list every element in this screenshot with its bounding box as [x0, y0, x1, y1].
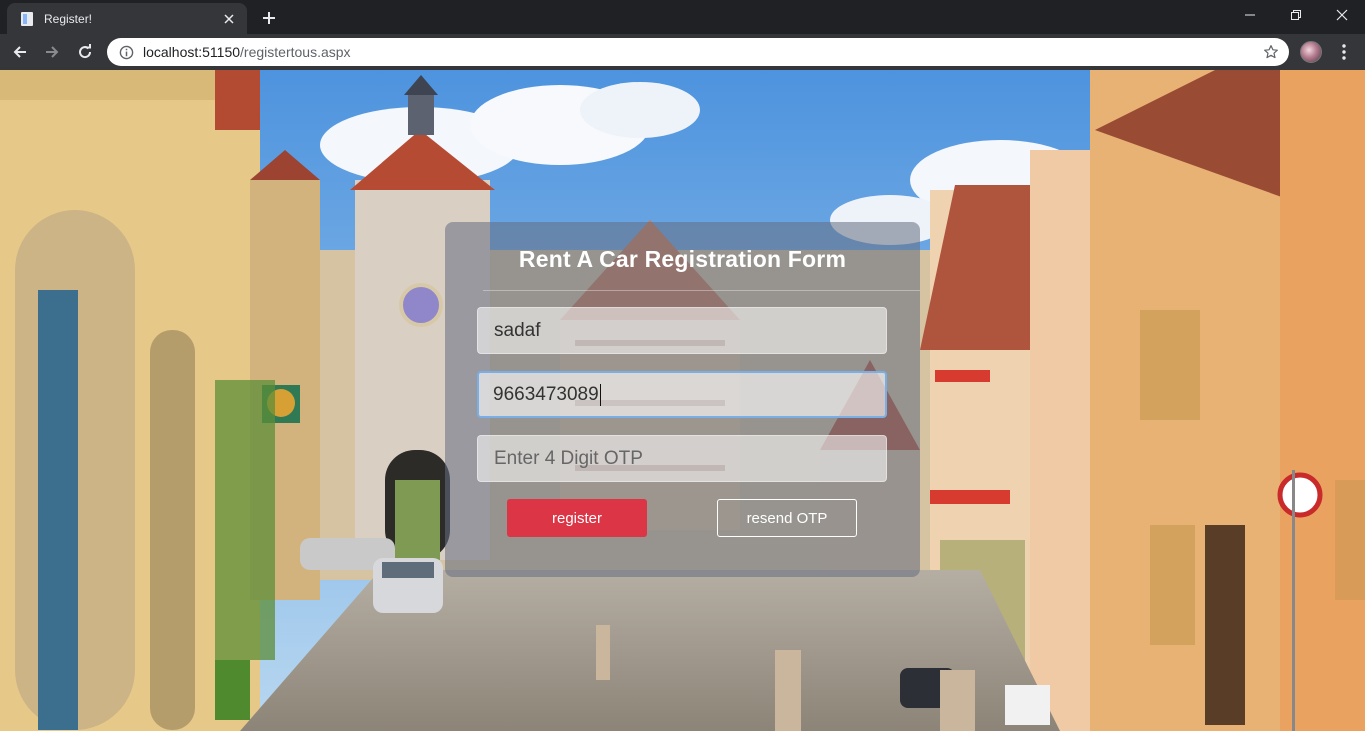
form-title: Rent A Car Registration Form [518, 246, 847, 272]
minimize-button[interactable] [1227, 0, 1273, 30]
browser-tab[interactable]: Register! [7, 3, 247, 34]
tab-title: Register! [44, 11, 93, 26]
title-divider [483, 290, 920, 291]
page-icon [21, 11, 33, 26]
browser-menu-button[interactable] [1334, 40, 1354, 64]
page-viewport: Rent A Car Registration Form 9663473089 … [0, 70, 1365, 731]
arrow-left-icon [13, 46, 26, 58]
name-input[interactable] [477, 307, 887, 354]
resend-otp-button[interactable]: resend OTP [717, 499, 857, 537]
register-button[interactable]: register [507, 499, 647, 537]
phone-input[interactable]: 9663473089 [477, 371, 887, 418]
minimize-icon [1245, 14, 1255, 16]
close-tab-icon[interactable] [221, 11, 237, 27]
browser-toolbar: localhost:51150/registertous.aspx [0, 34, 1365, 70]
text-caret [599, 383, 601, 406]
restore-icon [1291, 10, 1301, 20]
reload-icon [79, 44, 92, 59]
forward-button[interactable] [38, 38, 66, 66]
url-host: localhost:51150 [143, 44, 241, 60]
url-path: /registertous.aspx [240, 44, 351, 60]
address-bar[interactable]: localhost:51150/registertous.aspx [107, 38, 1289, 66]
phone-input-value: 9663473089 [493, 383, 599, 405]
reload-button[interactable] [71, 38, 99, 66]
more-vert-icon [1342, 44, 1346, 60]
restore-button[interactable] [1273, 0, 1319, 30]
url-text: localhost:51150/registertous.aspx [143, 44, 1263, 60]
registration-form: Rent A Car Registration Form 9663473089 … [445, 222, 920, 577]
new-tab-button[interactable] [256, 5, 282, 31]
info-icon[interactable] [119, 45, 134, 60]
plus-icon [263, 12, 275, 24]
back-button[interactable] [6, 38, 34, 66]
otp-input[interactable] [477, 435, 887, 482]
profile-avatar[interactable] [1300, 41, 1322, 63]
arrow-right-icon [46, 46, 59, 58]
tab-strip: Register! [0, 0, 1365, 34]
close-icon [1336, 9, 1348, 21]
close-window-button[interactable] [1319, 0, 1365, 30]
bookmark-star-icon[interactable] [1263, 44, 1279, 60]
